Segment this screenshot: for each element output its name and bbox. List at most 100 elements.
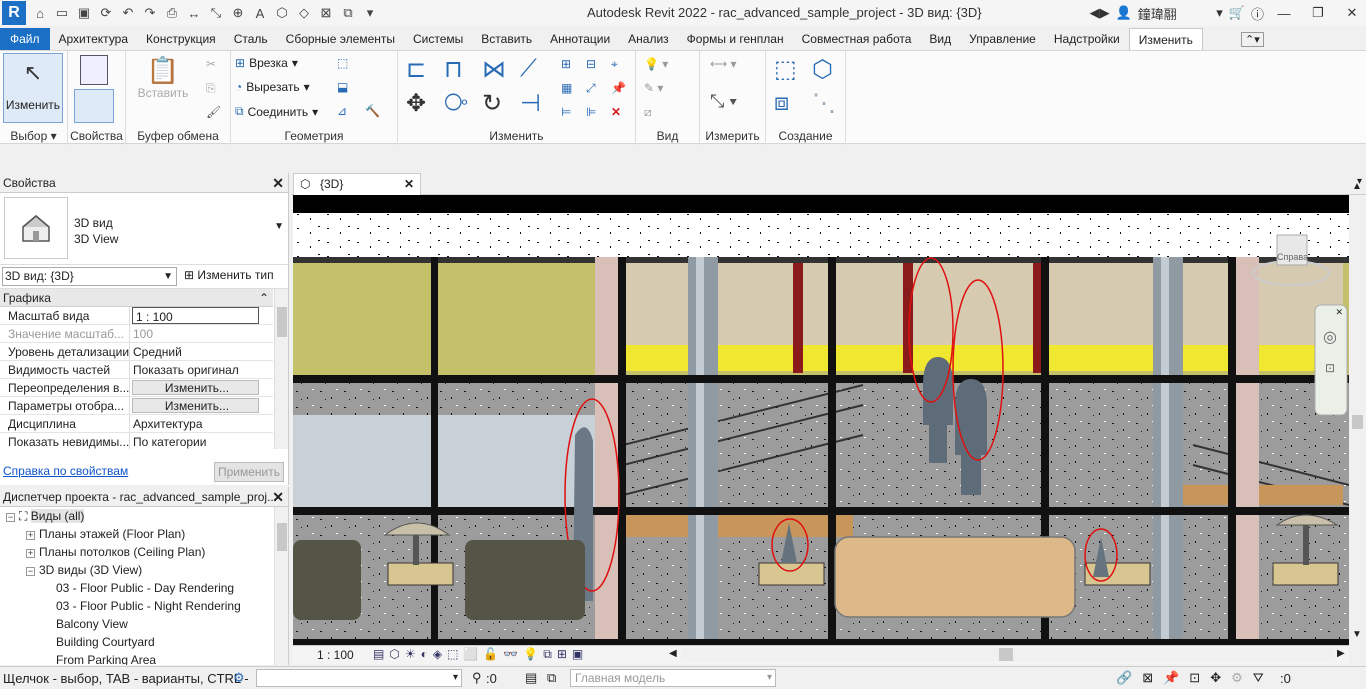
- zoom-icon[interactable]: ⊡: [1325, 361, 1335, 375]
- property-row[interactable]: Значение масштаб... 100: [0, 325, 273, 343]
- browser-item[interactable]: From Parking Area: [56, 651, 156, 665]
- 3d-viewport[interactable]: Справа ✕ ◎ ⊡: [293, 195, 1349, 645]
- property-value[interactable]: 100: [130, 325, 273, 342]
- create-parts-icon[interactable]: ⬡: [812, 55, 833, 84]
- chevron-down-icon[interactable]: ▼: [274, 221, 284, 232]
- chevron-left-icon[interactable]: ◀: [669, 648, 677, 659]
- tab-file[interactable]: Файл: [0, 28, 50, 50]
- shadows-icon[interactable]: ◐: [421, 647, 428, 662]
- cut-icon[interactable]: ✂: [206, 57, 216, 71]
- switch-windows-icon[interactable]: ⧉: [338, 3, 358, 23]
- design-option-icon[interactable]: ⧉: [547, 670, 556, 686]
- view-scale[interactable]: 1 : 100: [317, 648, 354, 662]
- detail-level-icon[interactable]: ▤: [373, 647, 384, 662]
- property-row[interactable]: Переопределения в... Изменить...: [0, 379, 273, 397]
- paste-button[interactable]: 📋 Вставить: [138, 55, 189, 115]
- properties-scrollbar[interactable]: [274, 289, 288, 449]
- home-icon[interactable]: ⌂: [30, 3, 50, 23]
- browser-item[interactable]: − ⛶ Виды (all): [6, 507, 85, 525]
- design-option-combo[interactable]: Главная модель ▾: [570, 669, 776, 687]
- collapse-icon[interactable]: −: [26, 567, 35, 576]
- cope-button[interactable]: ⊞ Врезка ▾: [235, 56, 298, 70]
- select-links-icon[interactable]: 🔗: [1116, 670, 1132, 686]
- property-value[interactable]: Показать оригинал: [130, 361, 273, 378]
- mirror-axis-icon[interactable]: ⋈: [482, 55, 506, 84]
- property-row[interactable]: Уровень детализации Средний: [0, 343, 273, 361]
- minimize-button[interactable]: —: [1270, 6, 1298, 21]
- browser-item[interactable]: 03 - Floor Public - Day Rendering: [56, 579, 234, 597]
- expand-icon[interactable]: +: [26, 549, 35, 558]
- worksharing-icon[interactable]: ⧉: [543, 647, 552, 662]
- chevron-up-icon[interactable]: ▲: [1352, 181, 1362, 192]
- crop-view-icon[interactable]: ⬚: [447, 647, 458, 662]
- chevron-down-icon[interactable]: ▾: [1183, 5, 1223, 21]
- paint-icon[interactable]: ⬓: [337, 80, 348, 94]
- browser-item[interactable]: 03 - Floor Public - Night Rendering: [56, 597, 241, 615]
- sun-path-icon[interactable]: ☀: [405, 647, 416, 662]
- browser-item[interactable]: + Планы потолков (Ceiling Plan): [26, 543, 205, 561]
- property-row[interactable]: Масштаб вида 1 : 100: [0, 307, 273, 325]
- cut-geometry-button[interactable]: ◔ Вырезать ▾: [235, 80, 310, 94]
- delete-icon[interactable]: ✕: [611, 105, 621, 119]
- copy-icon[interactable]: ⎘: [206, 81, 216, 96]
- user-icon[interactable]: 👤: [1116, 5, 1132, 21]
- tab-item[interactable]: Сборные элементы: [277, 28, 404, 50]
- undo-icon[interactable]: ↶: [118, 3, 138, 23]
- render-icon[interactable]: ◈: [433, 647, 442, 662]
- edit-type-button[interactable]: ⊞ Изменить тип: [184, 268, 274, 282]
- collapse-icon[interactable]: ⌃: [259, 289, 269, 307]
- crop-region-icon[interactable]: ⬜: [463, 647, 478, 662]
- worksets-icon[interactable]: ⚙: [233, 670, 245, 686]
- offset-icon[interactable]: ⊓: [444, 55, 463, 84]
- rotate-icon[interactable]: ↻: [482, 89, 502, 118]
- filter-icon[interactable]: ⚲: [472, 670, 482, 686]
- visual-style-icon[interactable]: ⬡: [389, 647, 399, 662]
- customize-qa-icon[interactable]: ▾: [360, 3, 380, 23]
- filter-selection-icon[interactable]: ⛛: [1253, 670, 1264, 686]
- join-button[interactable]: ⧉ Соединить ▾: [235, 104, 318, 119]
- tab-item[interactable]: Формы и генплан: [678, 28, 793, 50]
- dimension-icon[interactable]: ⤡: [206, 3, 226, 23]
- tab-item[interactable]: Анализ: [619, 28, 678, 50]
- horizontal-scrollbar[interactable]: [681, 648, 1335, 661]
- help-icon[interactable]: ⓘ: [1251, 4, 1264, 23]
- tab-item[interactable]: Архитектура: [50, 28, 138, 50]
- instance-selector[interactable]: 3D вид: {3D} ▼: [2, 267, 177, 286]
- edit-button[interactable]: Изменить...: [132, 380, 259, 395]
- scroll-thumb[interactable]: [999, 648, 1013, 661]
- close-icon[interactable]: ✕: [404, 174, 414, 194]
- array-icon[interactable]: ▦: [561, 81, 572, 95]
- mirror-draw-icon[interactable]: ⟋: [520, 55, 537, 83]
- property-row[interactable]: Параметры отобра... Изменить...: [0, 397, 273, 415]
- tag-icon[interactable]: ⊕: [228, 3, 248, 23]
- analytical-model-icon[interactable]: ⊞: [557, 647, 567, 662]
- ribbon-minimize-icon[interactable]: ⌃▾: [1241, 32, 1264, 47]
- sync-icon[interactable]: ⟳: [96, 3, 116, 23]
- user-name[interactable]: 鐘瑋翮: [1138, 4, 1177, 23]
- tab-item[interactable]: Вид: [920, 28, 960, 50]
- restore-button[interactable]: ❐: [1304, 5, 1332, 21]
- highlight-icon[interactable]: ▣: [572, 647, 583, 662]
- browser-item[interactable]: Balcony View: [56, 615, 128, 633]
- unlock-view-icon[interactable]: 🔓: [483, 647, 498, 662]
- tab-item[interactable]: Совместная работа: [793, 28, 921, 50]
- background-processes-icon[interactable]: ⚙: [1231, 670, 1243, 686]
- property-value[interactable]: По категории: [130, 433, 273, 449]
- tab-item[interactable]: Системы: [404, 28, 472, 50]
- select-underlay-icon[interactable]: ⊠: [1142, 670, 1153, 686]
- tab-item[interactable]: Надстройки: [1045, 28, 1129, 50]
- close-button[interactable]: ✕: [1338, 5, 1366, 21]
- apply-button[interactable]: Применить: [214, 462, 284, 482]
- type-properties-icon[interactable]: [80, 55, 108, 85]
- property-value[interactable]: Архитектура: [130, 415, 273, 432]
- type-selector[interactable]: 3D вид 3D View ▼: [0, 193, 288, 265]
- redo-icon[interactable]: ↷: [140, 3, 160, 23]
- scroll-thumb[interactable]: [277, 307, 287, 337]
- open-icon[interactable]: ▭: [52, 3, 72, 23]
- tab-item[interactable]: Вставить: [472, 28, 541, 50]
- select-pinned-icon[interactable]: 📌: [1163, 670, 1179, 686]
- temp-hide-icon[interactable]: 👓: [503, 647, 518, 662]
- scroll-thumb[interactable]: [1352, 415, 1363, 429]
- section-icon[interactable]: ◇: [294, 3, 314, 23]
- select-dropdown[interactable]: Выбор ▾: [0, 129, 67, 143]
